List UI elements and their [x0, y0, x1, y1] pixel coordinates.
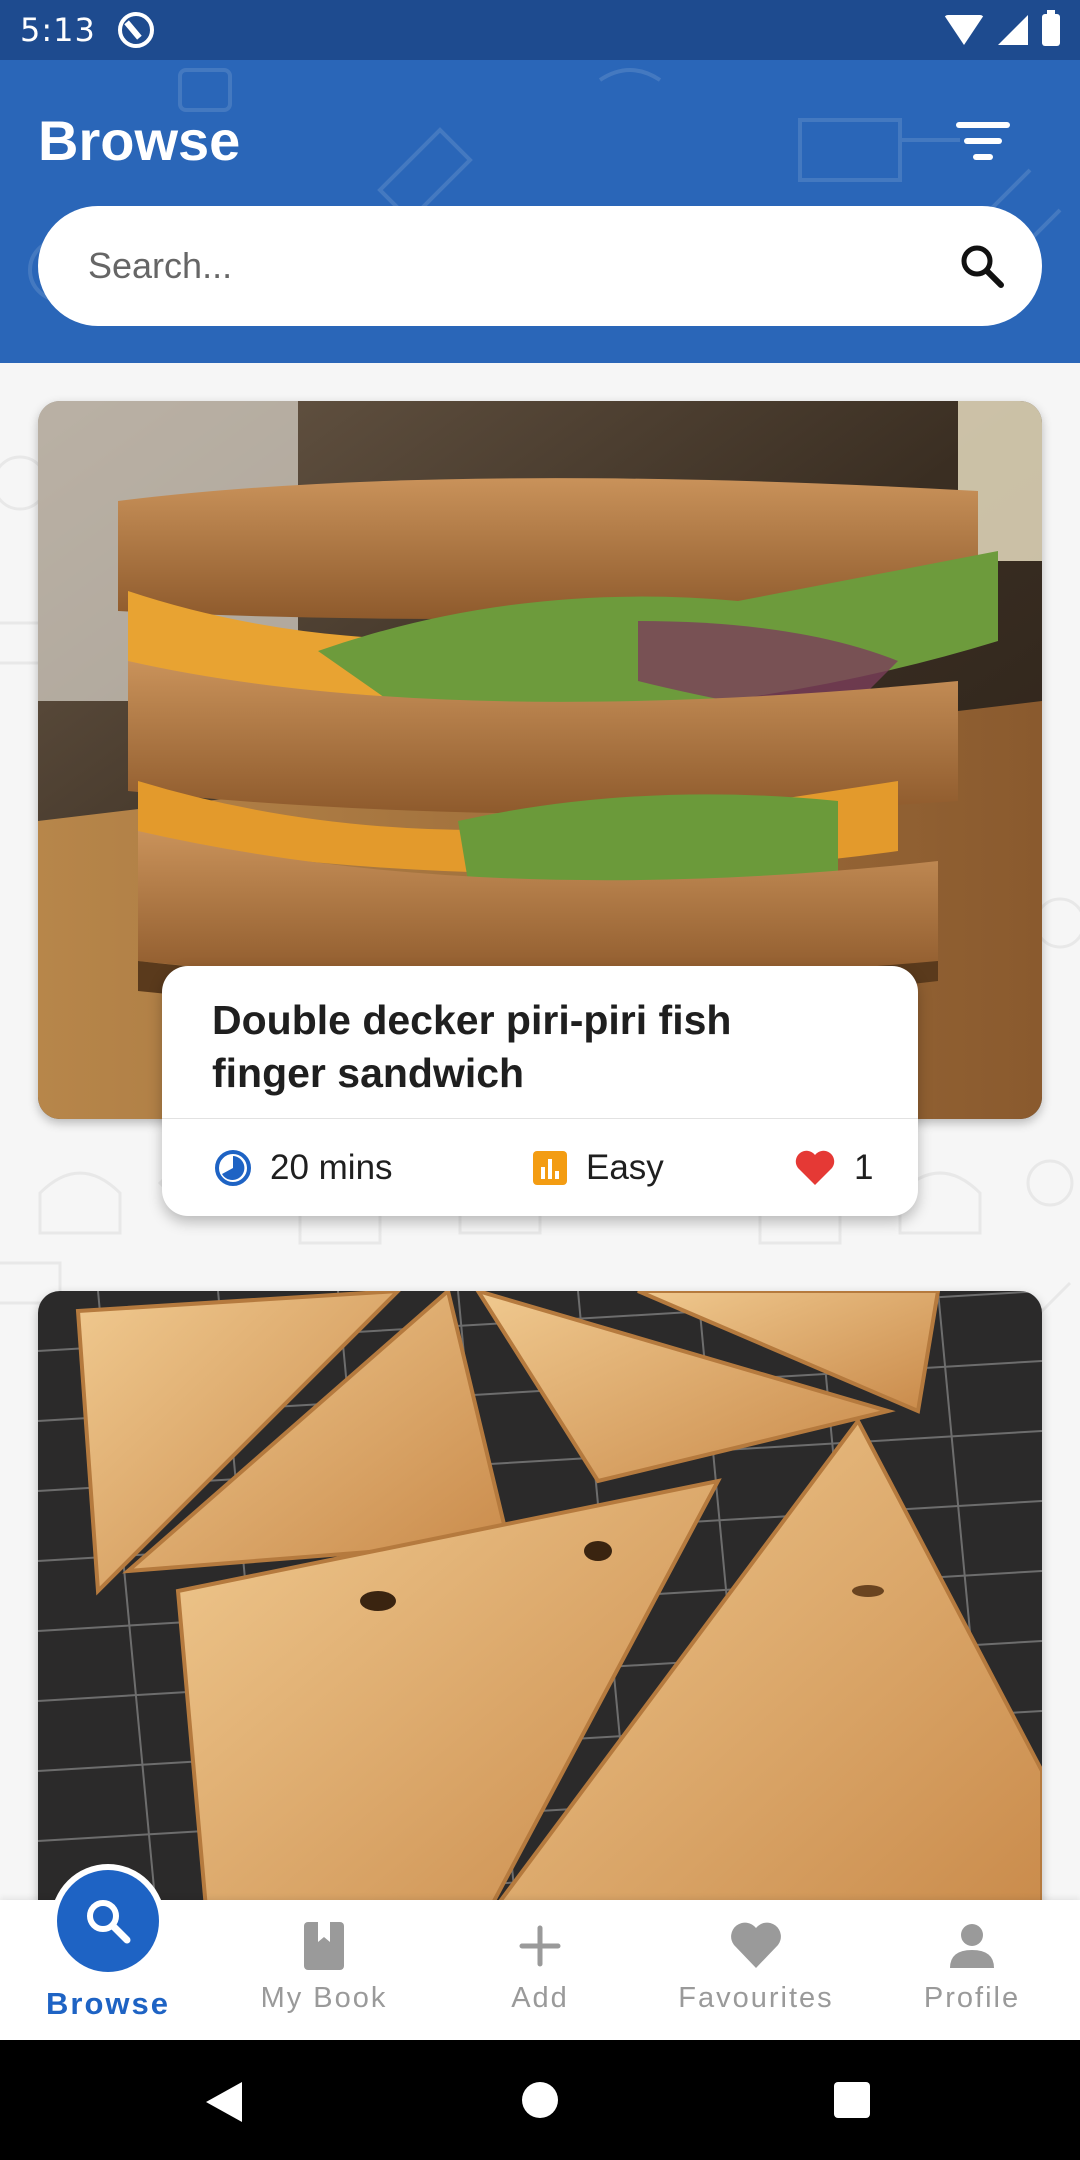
nav-add[interactable]: Add: [432, 1900, 648, 2040]
filter-button[interactable]: [950, 122, 1016, 182]
nav-my-book[interactable]: My Book: [216, 1900, 432, 2040]
recipe-time: 20 mins: [214, 1148, 393, 1188]
nav-browse[interactable]: Browse: [0, 1870, 216, 2040]
divider: [162, 1118, 918, 1119]
heart-icon[interactable]: [794, 1149, 836, 1187]
filter-icon-line-1: [956, 122, 1010, 128]
nav-profile-label: Profile: [923, 1982, 1021, 2014]
nav-favourites-label: Favourites: [678, 1982, 834, 2014]
search-input[interactable]: [88, 245, 958, 287]
home-button[interactable]: [522, 2082, 558, 2118]
status-icons: [944, 10, 1060, 46]
recipe-title[interactable]: Double decker piri-piri fish finger sand…: [212, 994, 832, 1100]
nav-browse-active-indicator[interactable]: [57, 1870, 159, 1972]
recipe-difficulty-value: Easy: [586, 1148, 664, 1187]
nav-my-book-label: My Book: [260, 1982, 388, 2014]
filter-icon-line-2: [964, 138, 1002, 144]
book-icon: [304, 1922, 344, 1970]
search-bar[interactable]: [38, 206, 1042, 326]
page-title: Browse: [38, 109, 241, 172]
plus-icon: [519, 1925, 561, 1967]
recipe-card[interactable]: [38, 1291, 1042, 1900]
nav-favourites[interactable]: Favourites: [648, 1900, 864, 2040]
wifi-icon: [944, 15, 984, 45]
recipe-info-card[interactable]: Double decker piri-piri fish finger sand…: [162, 966, 918, 1216]
system-navigation-bar: [0, 2040, 1080, 2160]
search-icon: [87, 1900, 131, 1944]
nav-add-label: Add: [511, 1982, 569, 2014]
nav-profile[interactable]: Profile: [864, 1900, 1080, 2040]
clock-icon: [215, 1150, 251, 1186]
recipe-likes[interactable]: 1: [794, 1148, 873, 1188]
battery-icon: [1042, 10, 1060, 46]
recipe-time-value: 20 mins: [270, 1148, 393, 1187]
search-icon[interactable]: [958, 242, 1006, 290]
back-button[interactable]: [206, 2082, 242, 2122]
recipe-likes-count: 1: [854, 1148, 874, 1187]
signal-icon: [998, 15, 1028, 45]
person-icon: [950, 1924, 994, 1968]
bottom-navigation: Browse My Book Add Favourites Profile: [0, 1870, 1080, 2040]
status-time: 5:13: [20, 11, 96, 49]
recipe-feed[interactable]: Double decker piri-piri fish finger sand…: [0, 363, 1080, 1900]
filter-icon-line-3: [973, 154, 993, 160]
difficulty-icon: [533, 1151, 567, 1185]
recents-button[interactable]: [834, 2082, 870, 2118]
notification-app-icon: [117, 12, 154, 48]
nav-browse-label: Browse: [46, 1986, 170, 2021]
status-bar: 5:13: [0, 0, 1080, 60]
app-header: Browse: [0, 60, 1080, 363]
recipe-difficulty: Easy: [532, 1148, 664, 1188]
recipe-image-turnovers[interactable]: [38, 1291, 1042, 1900]
heart-icon: [731, 1922, 781, 1968]
